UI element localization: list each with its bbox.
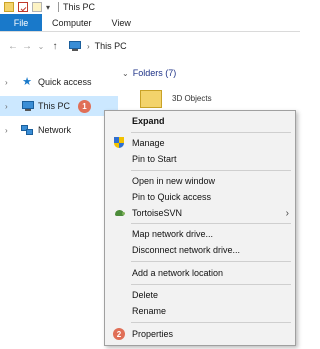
properties-check-icon[interactable] bbox=[18, 2, 28, 12]
title-bar: ▾ This PC bbox=[0, 0, 300, 14]
step-badge: 1 bbox=[78, 99, 92, 113]
context-menu: Expand Manage Pin to Start Open in new w… bbox=[104, 110, 296, 346]
nav-item-label: Quick access bbox=[38, 77, 92, 87]
submenu-arrow-icon: › bbox=[285, 207, 289, 219]
menu-item-rename[interactable]: Rename bbox=[105, 303, 295, 319]
menu-item-expand[interactable]: Expand bbox=[105, 113, 295, 129]
new-folder-icon[interactable] bbox=[32, 2, 42, 12]
nav-item-quick-access[interactable]: › ★ Quick access bbox=[0, 72, 118, 92]
menu-item-delete[interactable]: Delete bbox=[105, 287, 295, 303]
computer-icon bbox=[68, 41, 82, 51]
menu-separator bbox=[131, 223, 291, 224]
menu-separator bbox=[131, 322, 291, 323]
recent-locations-icon[interactable]: ⌄ bbox=[34, 42, 48, 51]
nav-item-network[interactable]: › Network bbox=[0, 120, 118, 140]
menu-item-label: Disconnect network drive... bbox=[132, 245, 241, 255]
uac-shield-icon bbox=[113, 137, 125, 149]
chevron-down-icon[interactable]: ⌄ bbox=[122, 69, 129, 78]
navigation-pane: › ★ Quick access › This PC 1 › Network bbox=[0, 62, 118, 349]
group-header-label: Folders (7) bbox=[132, 68, 177, 78]
properties-badge: 2 bbox=[113, 328, 125, 340]
menu-item-manage[interactable]: Manage bbox=[105, 135, 295, 151]
menu-item-pin-to-start[interactable]: Pin to Start bbox=[105, 151, 295, 167]
address-row: ← → ⌄ ↑ › This PC bbox=[0, 33, 300, 59]
menu-item-add-network-location[interactable]: Add a network location bbox=[105, 265, 295, 281]
menu-item-label: Pin to Start bbox=[132, 154, 177, 164]
menu-item-label: Delete bbox=[132, 290, 159, 300]
menu-separator bbox=[131, 132, 291, 133]
menu-item-label: Add a network location bbox=[132, 268, 224, 278]
menu-item-label: Rename bbox=[132, 306, 167, 316]
menu-item-label: TortoiseSVN bbox=[132, 208, 183, 218]
menu-separator bbox=[131, 261, 291, 262]
folder-icon[interactable] bbox=[4, 2, 14, 12]
forward-arrow-icon[interactable]: → bbox=[20, 41, 34, 52]
expand-chevron-icon[interactable]: › bbox=[5, 126, 15, 135]
folder-icon[interactable] bbox=[140, 90, 162, 108]
menu-separator bbox=[131, 284, 291, 285]
folder-label[interactable]: 3D Objects bbox=[172, 94, 212, 103]
menu-item-disconnect-network-drive[interactable]: Disconnect network drive... bbox=[105, 242, 295, 258]
network-icon bbox=[21, 124, 33, 136]
tab-computer[interactable]: Computer bbox=[42, 14, 102, 31]
menu-item-label: Map network drive... bbox=[132, 229, 214, 239]
tab-view[interactable]: View bbox=[102, 14, 141, 31]
quick-access-dropdown-icon[interactable]: ▾ bbox=[46, 3, 50, 12]
menu-item-label: Pin to Quick access bbox=[132, 192, 212, 202]
address-location: This PC bbox=[94, 41, 127, 51]
back-arrow-icon[interactable]: ← bbox=[6, 41, 20, 52]
group-header[interactable]: ⌄ Folders (7) bbox=[122, 68, 176, 78]
address-bar[interactable]: › This PC bbox=[68, 37, 127, 55]
menu-item-label: Expand bbox=[132, 116, 165, 126]
expand-chevron-icon[interactable]: › bbox=[5, 102, 15, 111]
window-title: This PC bbox=[63, 2, 96, 12]
nav-item-this-pc[interactable]: › This PC 1 bbox=[0, 96, 118, 116]
menu-item-tortoisesvn[interactable]: TortoiseSVN › bbox=[105, 205, 295, 221]
menu-item-label: Properties bbox=[132, 329, 174, 339]
chevron-right-icon[interactable]: › bbox=[87, 42, 90, 51]
tab-file[interactable]: File bbox=[0, 14, 42, 31]
menu-item-label: Manage bbox=[132, 138, 165, 148]
nav-item-label: Network bbox=[38, 125, 72, 135]
expand-chevron-icon[interactable]: › bbox=[5, 78, 15, 87]
computer-icon bbox=[21, 100, 34, 112]
title-separator bbox=[58, 2, 60, 12]
ribbon-tabs: File Computer View bbox=[0, 14, 300, 32]
up-arrow-icon[interactable]: ↑ bbox=[48, 41, 62, 52]
menu-separator bbox=[131, 170, 291, 171]
menu-item-pin-quick-access[interactable]: Pin to Quick access bbox=[105, 189, 295, 205]
menu-item-open-new-window[interactable]: Open in new window bbox=[105, 173, 295, 189]
star-icon: ★ bbox=[22, 76, 32, 88]
nav-item-label: This PC bbox=[38, 101, 71, 111]
menu-item-properties[interactable]: 2 Properties bbox=[105, 326, 295, 342]
tortoisesvn-icon bbox=[113, 207, 125, 219]
menu-item-label: Open in new window bbox=[132, 176, 216, 186]
step-badge: 2 bbox=[113, 328, 125, 340]
menu-item-map-network-drive[interactable]: Map network drive... bbox=[105, 226, 295, 242]
